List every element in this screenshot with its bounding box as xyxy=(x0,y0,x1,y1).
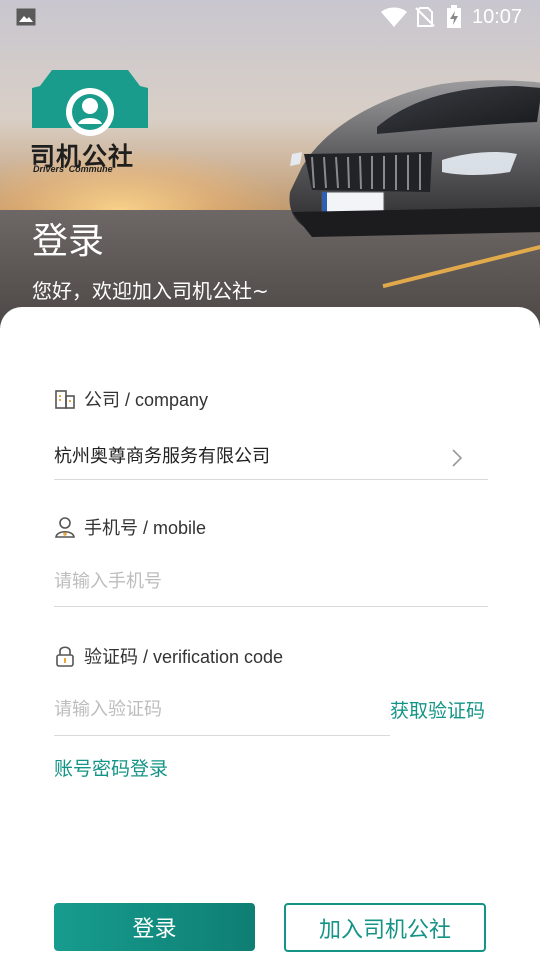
company-label: 公司 / company xyxy=(54,386,208,412)
status-time: 10:07 xyxy=(472,6,523,28)
company-select[interactable]: 杭州奥尊商务服务有限公司 xyxy=(54,442,270,468)
mobile-label-text: 手机号 / mobile xyxy=(84,518,207,538)
welcome-subtitle: 您好，欢迎加入司机公社~ xyxy=(32,279,269,303)
chevron-right-icon[interactable] xyxy=(450,448,464,468)
company-divider xyxy=(54,479,488,480)
building-icon xyxy=(55,390,75,409)
status-bar: 10:07 xyxy=(0,0,540,36)
join-button[interactable]: 加入司机公社 xyxy=(284,903,486,952)
battery-charging-icon xyxy=(447,5,461,28)
mobile-divider xyxy=(54,606,488,607)
gallery-icon xyxy=(16,8,36,26)
verification-code-input[interactable] xyxy=(54,696,374,722)
brand-tagline: Drivers' Commune xyxy=(33,164,113,174)
wifi-icon xyxy=(381,7,407,27)
company-label-text: 公司 / company xyxy=(84,390,209,410)
lock-icon xyxy=(56,646,74,667)
no-sim-icon xyxy=(415,7,435,27)
code-label: 验证码 / verification code xyxy=(54,643,283,669)
page-title: 登录 xyxy=(32,221,105,262)
get-code-button[interactable]: 获取验证码 xyxy=(390,696,485,723)
account-password-login-link[interactable]: 账号密码登录 xyxy=(54,754,168,781)
code-divider xyxy=(54,735,390,736)
login-button[interactable]: 登录 xyxy=(54,903,255,951)
mobile-label: 手机号 / mobile xyxy=(54,514,206,540)
user-icon xyxy=(55,517,75,538)
mobile-input[interactable] xyxy=(54,568,474,594)
code-label-text: 验证码 / verification code xyxy=(84,647,284,667)
car-image xyxy=(289,80,540,237)
